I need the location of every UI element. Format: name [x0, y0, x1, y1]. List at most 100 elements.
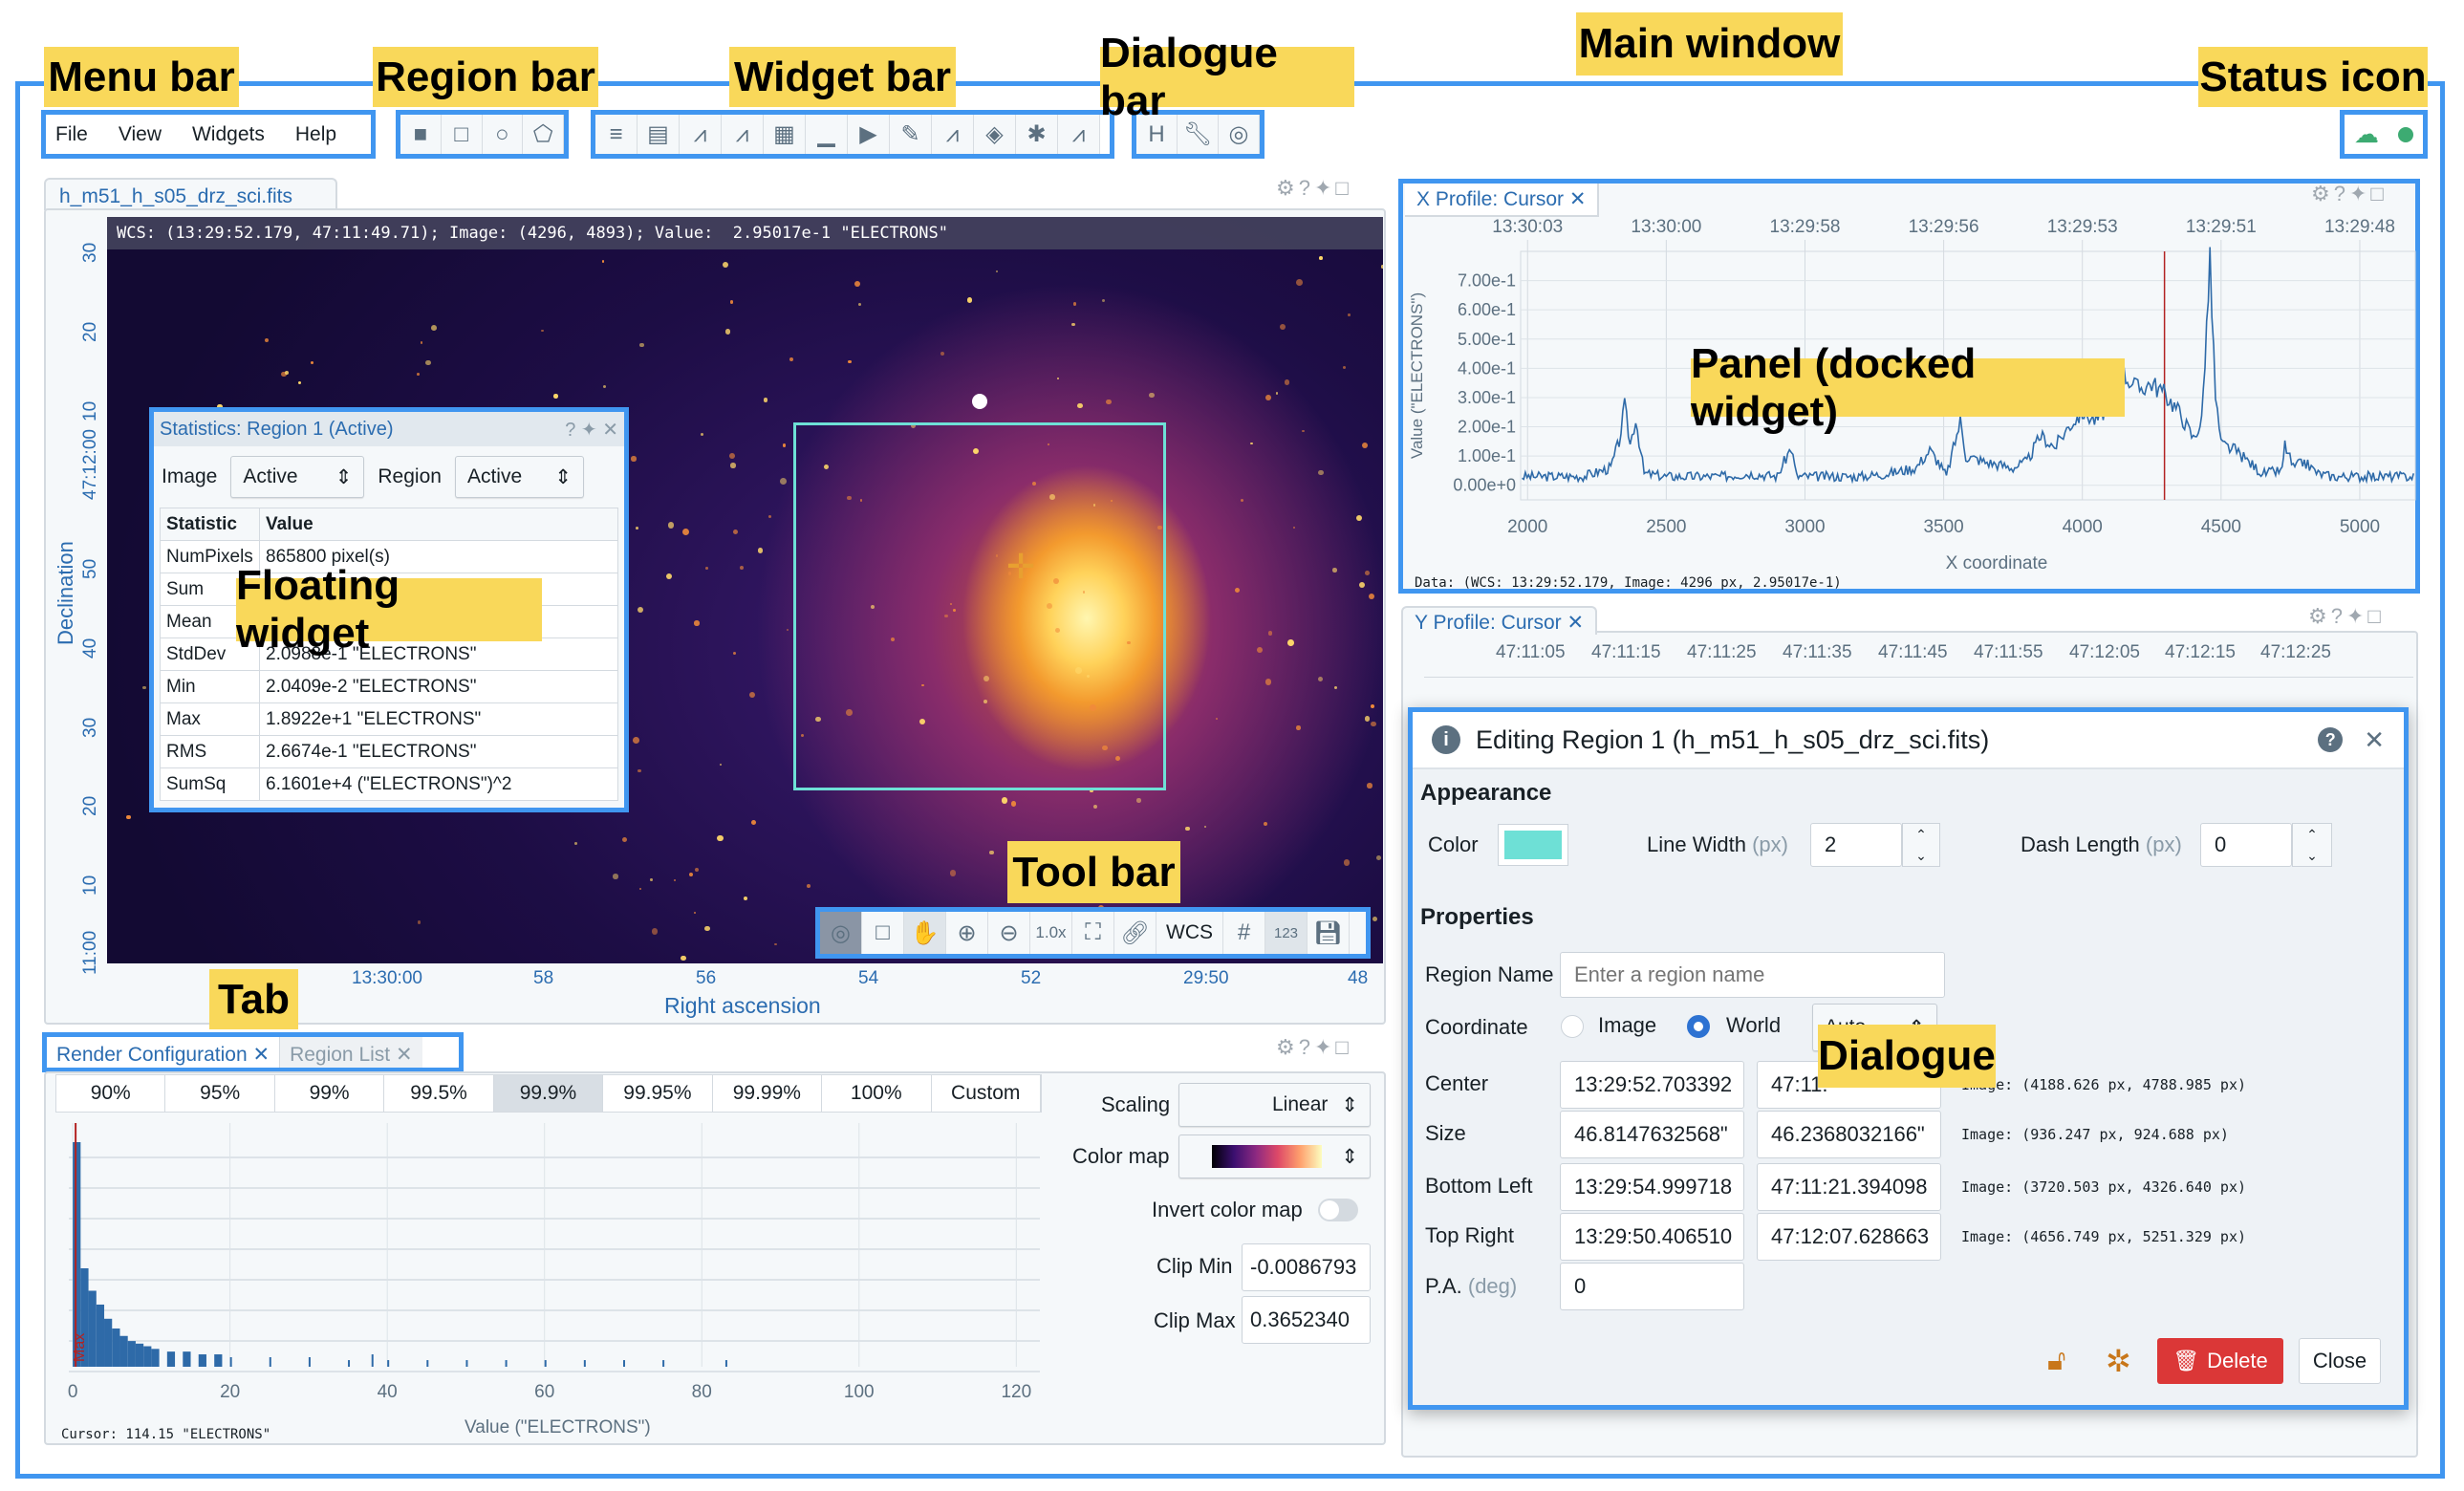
percentile-button[interactable]: 100% [822, 1075, 932, 1112]
percentile-button[interactable]: 99.95% [603, 1075, 713, 1112]
layers-icon[interactable]: ◈ [974, 115, 1016, 154]
cursor-crosshair-icon: ✛ [1006, 547, 1036, 586]
line-width-input[interactable]: 2 [1810, 823, 1902, 867]
image-select[interactable]: Active ⇕ [230, 456, 365, 498]
select-arrows-icon: ⇕ [1341, 1145, 1358, 1168]
pa-input[interactable]: 0 [1560, 1263, 1744, 1310]
cursor-profile-icon[interactable]: ⩘ [1058, 115, 1100, 154]
clip-min-input[interactable]: -0.0086793 [1242, 1243, 1371, 1291]
coord-input-a[interactable]: 13:29:54.999718 [1560, 1163, 1744, 1211]
tab-image-file[interactable]: h_m51_h_s05_drz_sci.fits [44, 178, 337, 210]
dash-length-stepper[interactable]: ⌃ ⌄ [2292, 823, 2332, 867]
coord-input-b[interactable]: 47:11:21.394098 [1757, 1163, 1941, 1211]
polygon-icon[interactable]: ⬠ [523, 115, 564, 154]
menu-file[interactable]: File [55, 123, 88, 146]
percentile-button[interactable]: 99.99% [712, 1075, 823, 1112]
cloud-connected-icon[interactable]: ☁ [2354, 119, 2379, 149]
dec-tick: 40 [80, 637, 100, 659]
coordinate-system-button[interactable]: WCS [1156, 912, 1223, 954]
star [729, 300, 734, 304]
render-panel-controls[interactable]: ⚙?✦□ [1276, 1035, 1352, 1060]
dec-tick: 10 [80, 400, 100, 421]
spectral-profile-icon[interactable]: ⩘ [932, 115, 974, 154]
percentile-button[interactable]: 95% [165, 1075, 275, 1112]
animator-icon[interactable]: ▶ [848, 115, 890, 154]
coord-input-b[interactable]: 47:12:07.628663 [1757, 1213, 1941, 1261]
close-button[interactable]: Close [2299, 1338, 2381, 1384]
rotation-handle[interactable] [972, 394, 987, 409]
star [1376, 854, 1381, 860]
grid-icon[interactable]: # [1223, 912, 1265, 954]
zoom-in-icon[interactable]: ⊕ [946, 912, 988, 954]
region-list-icon[interactable]: ≡ [595, 115, 638, 154]
percentile-button[interactable]: 99.5% [384, 1075, 494, 1112]
statistics-title[interactable]: Statistics: Region 1 (Active) [160, 419, 394, 441]
star [693, 911, 697, 915]
tab-region-list[interactable]: Region List ✕ [280, 1037, 422, 1068]
delete-button[interactable]: 🗑︎ Delete [2157, 1338, 2283, 1384]
yprofile-controls[interactable]: ⚙?✦□ [2308, 604, 2385, 629]
help-icon[interactable]: ? [2318, 727, 2344, 752]
xprofile-controls[interactable]: ⚙?✦□ [2311, 182, 2388, 206]
menu-help[interactable]: Help [295, 123, 336, 146]
clip-max-input[interactable]: 0.3652340 [1242, 1296, 1371, 1344]
region-name-label: Region Name [1425, 962, 1554, 986]
region-rectangle[interactable] [793, 422, 1166, 790]
histogram-icon[interactable]: ▁ [806, 115, 848, 154]
row-label: Top Right [1425, 1223, 1514, 1247]
point-icon[interactable]: ■ [400, 115, 442, 154]
label-tab: Tab [209, 969, 298, 1029]
rectangle-icon[interactable]: □ [441, 115, 483, 154]
z-profile-icon[interactable]: ⩘ [722, 115, 764, 154]
menu-widgets[interactable]: Widgets [192, 123, 265, 146]
percentile-button[interactable]: Custom [931, 1075, 1041, 1112]
histogram-bar [143, 1346, 152, 1367]
save-image-icon[interactable]: 💾︎ [1308, 912, 1350, 954]
menu-bar: File View Widgets Help [41, 110, 376, 159]
scaling-select[interactable]: Linear ⇕ [1178, 1083, 1371, 1127]
render-tabs: Render Configuration ✕ Region List ✕ [42, 1032, 464, 1072]
labels-button[interactable]: 123 [1265, 912, 1308, 954]
region-select[interactable]: Active ⇕ [454, 456, 584, 498]
stokes-icon[interactable]: ✎ [890, 115, 932, 154]
coord-input-a[interactable]: 13:29:50.406510 [1560, 1213, 1744, 1261]
percentile-button[interactable]: 99% [274, 1075, 385, 1112]
invert-toggle[interactable] [1318, 1199, 1358, 1221]
star [1077, 402, 1083, 409]
image-info-icon[interactable]: ▤ [638, 115, 680, 154]
zoom-1x-button[interactable]: 1.0x [1030, 912, 1072, 954]
widget-controls[interactable]: ? ✦ ✕ [565, 418, 618, 442]
zoom-fit-icon[interactable]: ⛶ [1072, 912, 1114, 954]
coord-image-radio[interactable] [1561, 1015, 1584, 1038]
star [1371, 721, 1376, 726]
panel-controls[interactable]: ⚙?✦□ [1276, 176, 1352, 201]
link-icon[interactable]: 🔗︎ [1114, 912, 1156, 954]
histogram-bar [166, 1351, 176, 1367]
ellipse-icon[interactable]: ○ [482, 115, 524, 154]
coord-world-radio[interactable] [1687, 1015, 1710, 1038]
menu-view[interactable]: View [119, 123, 162, 146]
colormap-select[interactable]: ⇕ [1178, 1134, 1371, 1178]
line-width-stepper[interactable]: ⌃ ⌄ [1902, 823, 1940, 867]
coord-input-b[interactable]: 46.2368032166" [1757, 1111, 1941, 1158]
region-name-input[interactable] [1560, 952, 1945, 998]
coord-input-a[interactable]: 13:29:52.703392 [1560, 1061, 1744, 1109]
tab-y-profile[interactable]: Y Profile: Cursor ✕ [1401, 606, 1598, 635]
coord-input-a[interactable]: 46.8147632568" [1560, 1111, 1744, 1158]
tab-render-configuration[interactable]: Render Configuration ✕ [47, 1037, 281, 1068]
close-icon[interactable]: ✕ [2364, 725, 2385, 755]
crosshair-icon[interactable]: ◎ [820, 912, 862, 954]
zoom-out-icon[interactable]: ⊖ [988, 912, 1030, 954]
dash-length-input[interactable]: 0 [2200, 823, 2292, 867]
star [1319, 256, 1323, 260]
color-picker[interactable] [1498, 824, 1568, 866]
xy-profile-icon[interactable]: ⩘ [680, 115, 722, 154]
focus-icon[interactable]: ✲ [2106, 1343, 2131, 1379]
percentile-button[interactable]: 90% [56, 1075, 166, 1112]
unlock-icon[interactable]: 🔓︎ [2047, 1345, 2065, 1377]
pan-icon[interactable]: ✋ [904, 912, 946, 954]
region-mode-icon[interactable]: □ [862, 912, 904, 954]
percentile-button[interactable]: 99.9% [493, 1075, 604, 1112]
statistics-icon[interactable]: ▦ [764, 115, 806, 154]
catalog-icon[interactable]: ✱ [1016, 115, 1058, 154]
